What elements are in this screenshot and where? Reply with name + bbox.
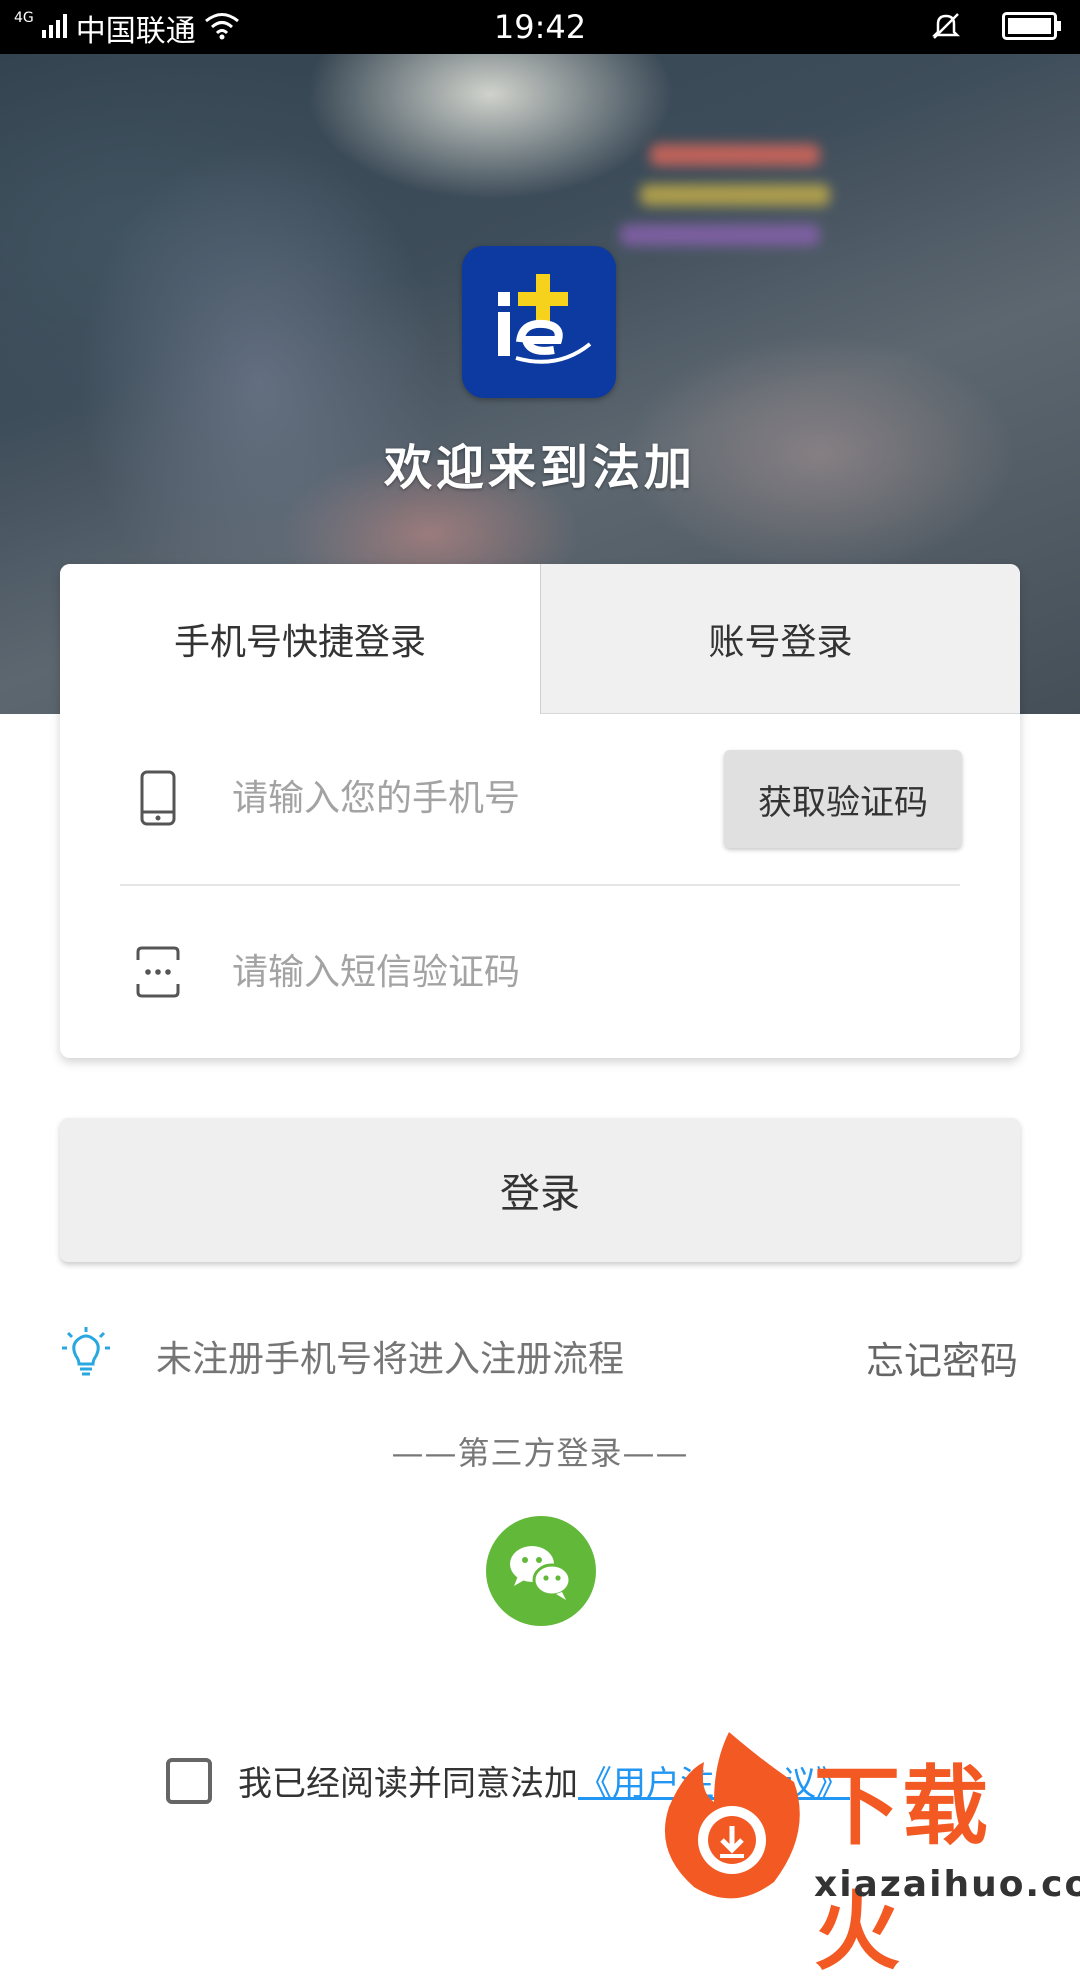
get-code-button[interactable]: 获取验证码 (724, 750, 962, 848)
mute-bell-icon (930, 10, 962, 46)
app-logo (462, 246, 616, 398)
watermark-brand: 下载火 (814, 1757, 990, 1982)
wechat-login-button[interactable] (486, 1516, 596, 1626)
login-card: 手机号快捷登录 账号登录 获取验证码 (60, 564, 1020, 1058)
code-row (60, 888, 1020, 1058)
status-bar: 4G 中国联通 19:42 (0, 0, 1080, 54)
agree-checkbox[interactable] (166, 1757, 212, 1804)
clock: 19:42 (493, 8, 587, 46)
welcome-title: 欢迎来到法加 (383, 440, 696, 496)
watermark: 下载火 xiazaihuo.com (644, 1722, 1080, 1982)
third-party-title: ——第三方登录—— (391, 1434, 689, 1472)
forgot-password-link[interactable]: 忘记密码 (866, 1330, 1018, 1385)
tab-phone-login[interactable]: 手机号快捷登录 (60, 564, 540, 714)
lightbulb-icon (58, 1326, 114, 1382)
fajia-logo-icon (498, 274, 592, 364)
battery-icon (1002, 12, 1062, 44)
sms-code-input[interactable] (230, 936, 714, 1008)
login-tabs: 手机号快捷登录 账号登录 (60, 564, 1020, 714)
sms-code-icon (134, 944, 182, 1000)
field-divider (120, 884, 960, 886)
flame-logo-icon (664, 1732, 800, 1899)
status-bar-right (930, 10, 1062, 46)
wechat-icon (510, 1546, 572, 1600)
watermark-domain: xiazaihuo.com (814, 1864, 1080, 1905)
tab-account-login[interactable]: 账号登录 (540, 564, 1020, 714)
agreement-text: 我已经阅读并同意法加 (238, 1764, 578, 1804)
phone-input[interactable] (230, 762, 714, 834)
register-hint: 未注册手机号将进入注册流程 (156, 1339, 625, 1380)
login-button[interactable]: 登录 (60, 1118, 1020, 1262)
phone-icon (134, 770, 182, 826)
